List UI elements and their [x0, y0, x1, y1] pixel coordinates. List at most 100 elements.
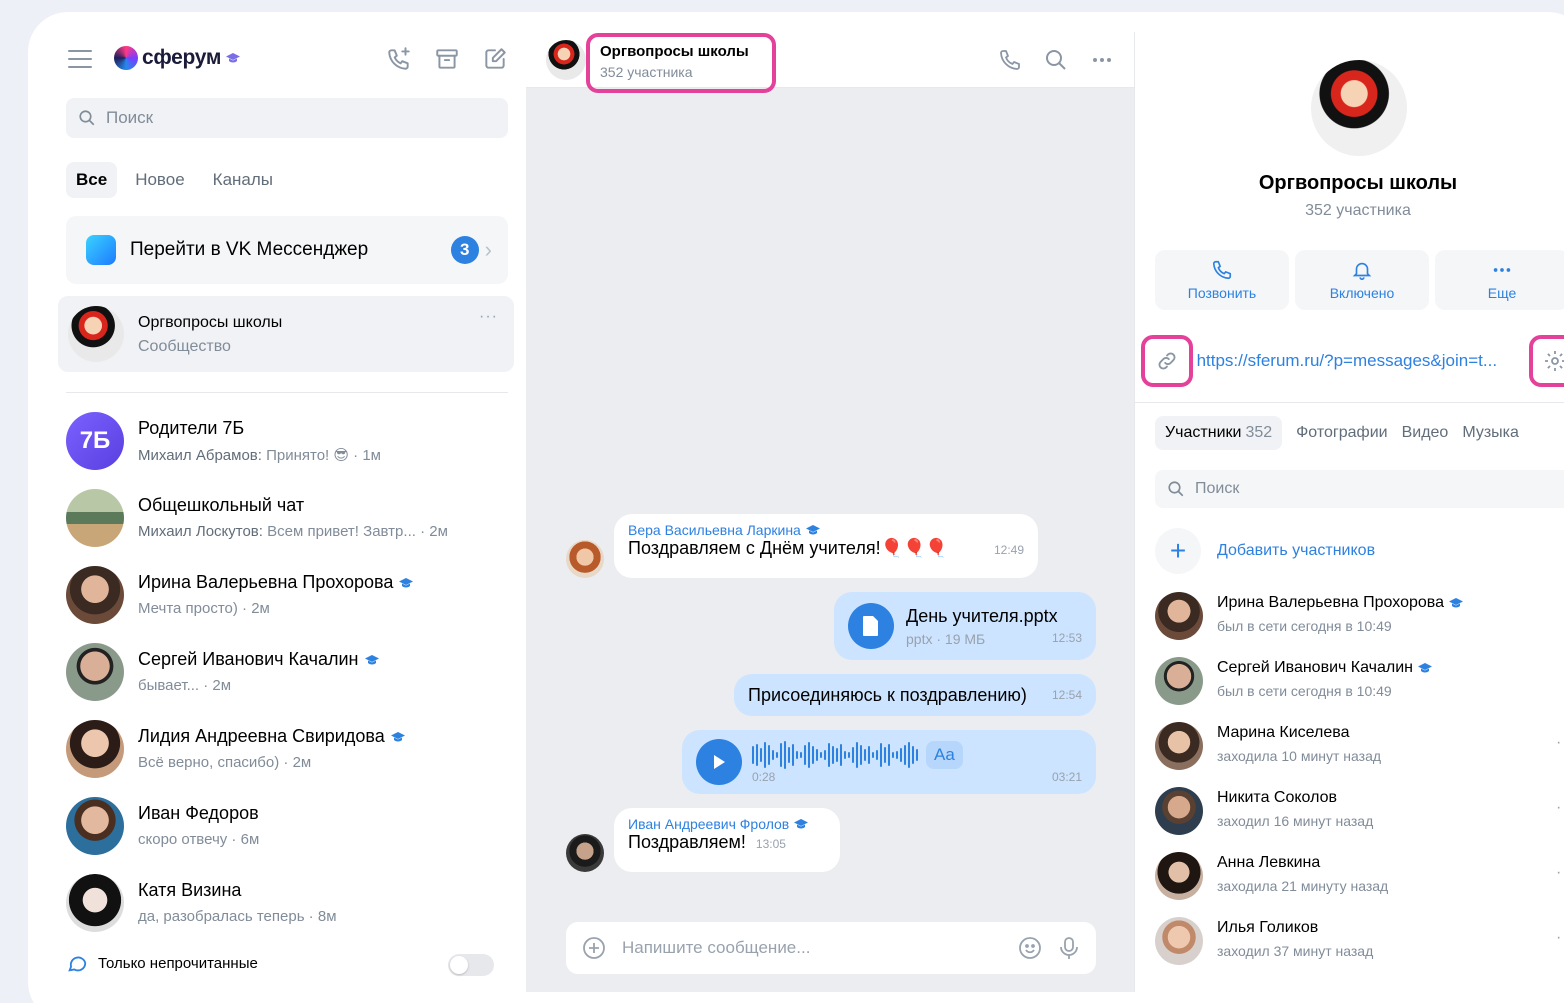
waveform-bar — [888, 744, 890, 766]
bell-icon — [1352, 262, 1372, 280]
waveform-bar — [872, 752, 874, 758]
avatar — [1155, 657, 1203, 705]
chat-item[interactable]: Общешкольный чат Михаил Лоскутов: Всем п… — [66, 479, 508, 556]
member-item[interactable]: Сергей Иванович Качалин был в сети сегод… — [1155, 653, 1564, 718]
chat-name: Катя Визина — [138, 880, 242, 900]
chat-subtitle: 352 участника — [600, 64, 693, 80]
waveform-bar — [824, 750, 826, 760]
member-item[interactable]: Ирина Валерьевна Прохорова был в сети се… — [1155, 588, 1564, 653]
tab-music[interactable]: Музыка — [1462, 424, 1519, 442]
chat-item[interactable]: Катя Визина да, разобралась теперь · 8м — [66, 864, 508, 941]
sidebar: сферум Поиск Все Новое Каналы Перейти в … — [48, 32, 526, 992]
link-icon — [1158, 352, 1176, 370]
phone-icon[interactable] — [998, 48, 1022, 72]
add-members-button[interactable]: + Добавить участников — [1155, 528, 1375, 574]
waveform-bar — [812, 746, 814, 764]
link-icon-highlight[interactable] — [1141, 335, 1193, 387]
chat-subtitle: Сообщество — [138, 338, 231, 355]
chat-preview: Михаил Лоскутов: Всем привет! Завтр... ·… — [138, 523, 448, 540]
divider — [66, 392, 508, 393]
chat-preview: Всё верно, спасибо) · 2м — [138, 754, 312, 771]
message-time: 12:53 — [1051, 630, 1082, 645]
members-list: Ирина Валерьевна Прохорова был в сети се… — [1155, 588, 1564, 978]
tab-videos[interactable]: Видео — [1402, 424, 1449, 442]
more-button[interactable]: Еще — [1435, 250, 1564, 310]
transcribe-button[interactable]: Aa — [926, 741, 963, 769]
message-input[interactable]: Напишите сообщение... — [622, 938, 1002, 958]
waveform-bar — [796, 751, 798, 759]
avatar[interactable] — [546, 40, 586, 80]
hamburger-menu-icon[interactable] — [68, 50, 92, 70]
vk-messenger-banner[interactable]: Перейти в VK Мессенджер 3 › — [66, 216, 508, 284]
chat-item[interactable]: Сергей Иванович Качалин бывает... · 2м — [66, 633, 508, 710]
search-icon[interactable] — [1044, 48, 1068, 72]
call-button[interactable]: Позвонить — [1155, 250, 1289, 310]
vk-messenger-icon — [86, 235, 116, 265]
avatar[interactable] — [566, 540, 604, 578]
chat-preview: да, разобралась теперь · 8м — [138, 908, 337, 925]
message-text: Поздравляем! — [628, 832, 746, 852]
chat-info-panel: Оргвопросы школы 352 участника Позвонить… — [1134, 32, 1564, 992]
tab-members[interactable]: Участники 352 — [1155, 416, 1283, 450]
unread-only-toggle[interactable] — [448, 954, 494, 976]
chat-item[interactable]: Ирина Валерьевна Прохорова Мечта просто)… — [66, 556, 508, 633]
more-icon[interactable] — [1090, 48, 1114, 72]
add-members-label: Добавить участников — [1217, 542, 1376, 559]
play-button[interactable] — [696, 739, 742, 785]
emoji-icon[interactable] — [1018, 936, 1042, 960]
message-composer[interactable]: Напишите сообщение... — [566, 922, 1096, 974]
waveform-bar — [816, 749, 818, 761]
message-author[interactable]: Вера Васильевна Ларкина — [628, 522, 801, 538]
waveform-bar — [804, 745, 806, 765]
invite-link[interactable]: https://sferum.ru/?p=messages&join=t... — [1197, 351, 1530, 371]
more-options-icon[interactable]: ··· — [1556, 734, 1564, 752]
archive-icon[interactable] — [434, 46, 460, 72]
avatar — [66, 797, 124, 855]
member-item[interactable]: Анна Левкина заходила 21 минуту назад ··… — [1155, 848, 1564, 913]
chat-item[interactable]: Лидия Андреевна Свиридова Всё верно, спа… — [66, 710, 508, 787]
chat-item-selected[interactable]: Оргвопросы школы Сообщество ··· — [58, 296, 514, 372]
waveform-bar — [820, 752, 822, 758]
more-options-icon[interactable]: ··· — [479, 308, 498, 326]
call-label: Позвонить — [1187, 285, 1257, 301]
chat-preview: Михаил Абрамов: Принято! 😎 · 1м — [138, 447, 381, 464]
sidebar-search-input[interactable]: Поиск — [66, 98, 508, 138]
waveform-bar — [912, 746, 914, 764]
waveform-bar — [784, 741, 786, 769]
member-status: был в сети сегодня в 10:49 — [1217, 683, 1392, 699]
chat-item[interactable]: Иван Федоров скоро отвечу · 6м — [66, 787, 508, 864]
notifications-button[interactable]: Включено — [1295, 250, 1429, 310]
more-options-icon[interactable]: ··· — [1556, 864, 1564, 882]
more-options-icon[interactable]: ··· — [1556, 929, 1564, 947]
notifications-label: Включено — [1329, 285, 1395, 301]
avatar[interactable] — [566, 834, 604, 872]
chat-title-highlight[interactable]: Оргвопросы школы 352 участника — [586, 33, 776, 93]
members-search-input[interactable]: Поиск — [1155, 470, 1564, 508]
settings-icon-highlight[interactable] — [1529, 335, 1564, 387]
phone-icon — [1212, 260, 1232, 280]
more-options-icon[interactable]: ··· — [1556, 799, 1564, 817]
avatar[interactable] — [1311, 60, 1407, 156]
plus-icon: + — [1155, 528, 1201, 574]
voice-waveform[interactable] — [752, 740, 918, 770]
member-item[interactable]: Марина Киселева заходила 10 минут назад … — [1155, 718, 1564, 783]
tab-all[interactable]: Все — [66, 162, 118, 198]
avatar — [1155, 917, 1203, 965]
tab-new[interactable]: Новое — [125, 162, 194, 198]
file-message[interactable]: День учителя.pptx pptx · 19 МБ 12:53 — [834, 592, 1096, 660]
message-author[interactable]: Иван Андреевич Фролов — [628, 816, 789, 832]
waveform-bar — [768, 745, 770, 765]
tab-photos[interactable]: Фотографии — [1296, 424, 1387, 442]
add-attachment-icon[interactable] — [582, 936, 606, 960]
member-item[interactable]: Илья Голиков заходил 37 минут назад ··· — [1155, 913, 1564, 978]
tab-channels[interactable]: Каналы — [203, 162, 283, 198]
chat-item[interactable]: 7Б Родители 7Б Михаил Абрамов: Принято! … — [66, 402, 508, 479]
message-text: Присоединяюсь к поздравлению) — [748, 684, 1027, 705]
add-call-icon[interactable] — [386, 46, 412, 72]
member-item[interactable]: Никита Соколов заходил 16 минут назад ··… — [1155, 783, 1564, 848]
app-window: сферум Поиск Все Новое Каналы Перейти в … — [48, 32, 1564, 992]
waveform-bar — [760, 748, 762, 762]
microphone-icon[interactable] — [1058, 936, 1080, 960]
sidebar-top-actions — [386, 46, 508, 72]
compose-icon[interactable] — [482, 46, 508, 72]
